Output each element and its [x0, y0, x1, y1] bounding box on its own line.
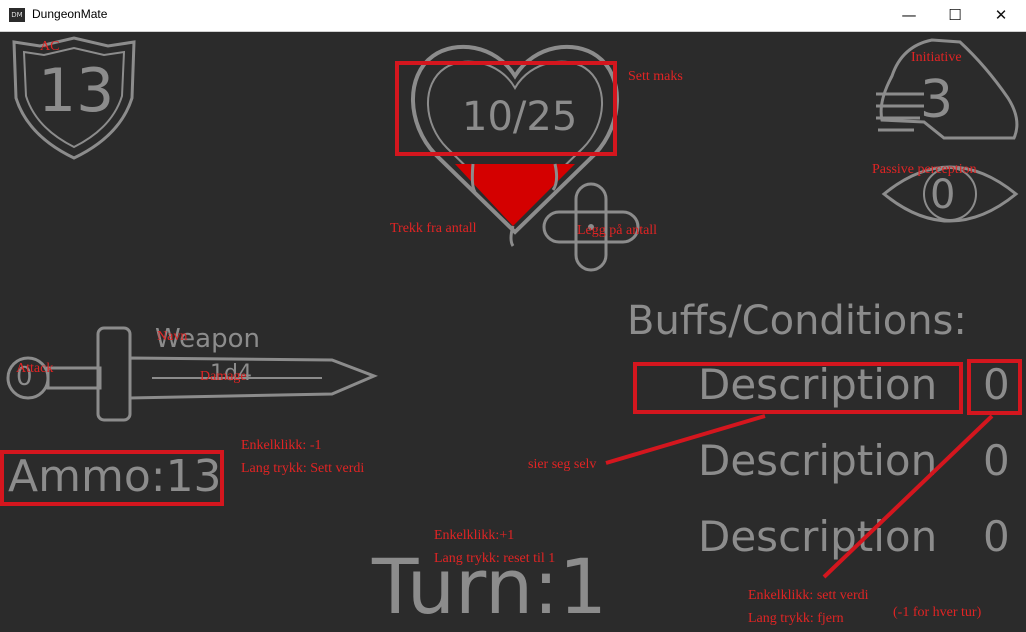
description-note: sier seg selv: [528, 457, 597, 472]
app-icon: DM: [9, 8, 25, 22]
close-button[interactable]: ✕: [978, 0, 1024, 31]
maximize-button[interactable]: ☐: [932, 0, 978, 31]
title-bar: DM DungeonMate — ☐ ✕: [0, 0, 1026, 32]
count-note-hold: Lang trykk: fjern: [748, 611, 844, 626]
annotation-arrows: [605, 414, 994, 579]
minimize-button[interactable]: —: [886, 0, 932, 31]
character-sheet: 13 AC 10/25 Sett maks Trekk fra antall L…: [0, 32, 1026, 632]
window-title: DungeonMate: [32, 7, 108, 21]
count-note-click: Enkelklikk: sett verdi: [748, 588, 869, 603]
count-note-turn: (-1 for hver tur): [893, 605, 982, 620]
